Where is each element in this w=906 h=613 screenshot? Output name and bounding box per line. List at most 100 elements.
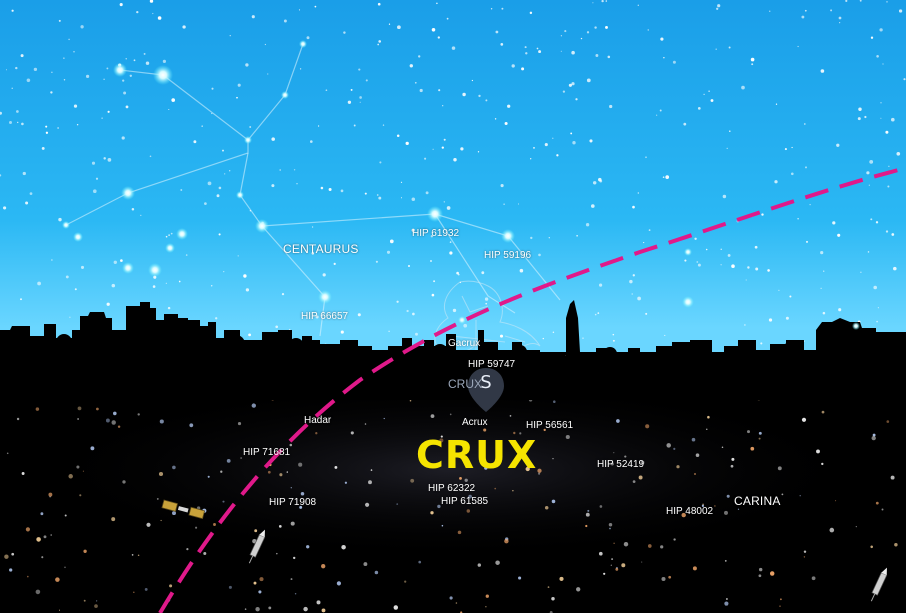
- star: [500, 184, 504, 188]
- star-label[interactable]: HIP 52419: [597, 459, 644, 470]
- star: [774, 180, 778, 184]
- star-label[interactable]: HIP 56561: [526, 420, 573, 431]
- star-label[interactable]: HIP 61932: [412, 228, 459, 239]
- star: [664, 334, 666, 336]
- star: [76, 123, 79, 126]
- star-label-hadar[interactable]: Hadar: [304, 415, 331, 426]
- star: [754, 245, 758, 249]
- star: [49, 496, 51, 498]
- star-label[interactable]: HIP 59747: [468, 359, 515, 370]
- star: [325, 89, 328, 92]
- star: [562, 90, 566, 93]
- star: [222, 500, 225, 503]
- star: [589, 139, 593, 143]
- star: [629, 279, 633, 284]
- star: [459, 477, 462, 480]
- star-label[interactable]: HIP 71908: [269, 497, 316, 508]
- star-label[interactable]: HIP 48002: [666, 506, 713, 517]
- star: [706, 428, 708, 430]
- star: [504, 538, 509, 544]
- star: [612, 333, 615, 336]
- star-label[interactable]: HIP 66657: [301, 311, 348, 322]
- star: [68, 474, 73, 479]
- star: [425, 191, 429, 195]
- star: [320, 186, 324, 190]
- star-label-acrux[interactable]: Acrux: [462, 417, 488, 428]
- star: [612, 339, 615, 342]
- star: [745, 279, 747, 281]
- star: [822, 311, 826, 315]
- star: [306, 545, 310, 549]
- star: [411, 197, 416, 201]
- star: [224, 173, 226, 175]
- star: [35, 407, 40, 411]
- star: [457, 530, 462, 535]
- star: [731, 264, 735, 268]
- star-label-gacrux[interactable]: Gacrux: [448, 338, 480, 349]
- star-label[interactable]: HIP 62322: [428, 483, 475, 494]
- constellation-label-carina[interactable]: CARINA: [734, 494, 781, 508]
- star: [462, 92, 466, 97]
- star-label[interactable]: HIP 59196: [484, 250, 531, 261]
- star: [436, 2, 438, 5]
- star-label[interactable]: HIP 61585: [441, 496, 488, 507]
- star: [133, 59, 136, 62]
- star: [830, 9, 833, 12]
- star: [781, 493, 784, 496]
- star: [501, 7, 504, 10]
- star: [885, 230, 889, 233]
- star: [189, 423, 194, 428]
- sky-view[interactable]: [0, 0, 906, 613]
- star: [276, 552, 278, 555]
- star: [248, 333, 251, 337]
- star: [111, 517, 116, 522]
- star: [165, 243, 175, 253]
- star: [821, 462, 824, 466]
- star: [503, 203, 505, 205]
- star: [321, 564, 326, 569]
- star: [478, 94, 481, 98]
- star: [544, 505, 549, 510]
- star: [120, 259, 123, 262]
- star: [223, 270, 225, 273]
- star: [245, 288, 250, 292]
- star: [117, 425, 121, 428]
- star: [694, 237, 697, 240]
- star: [73, 232, 83, 242]
- star: [517, 203, 520, 205]
- star: [159, 419, 164, 424]
- star: [236, 96, 238, 99]
- star: [758, 567, 763, 572]
- star: [724, 510, 728, 515]
- star: [218, 233, 221, 236]
- star: [378, 40, 382, 43]
- star: [785, 316, 789, 320]
- constellation-label-centaurus[interactable]: CENTAURUS: [283, 242, 359, 256]
- star: [722, 194, 727, 199]
- star: [370, 469, 373, 471]
- star: [790, 172, 794, 176]
- star: [167, 306, 171, 310]
- star: [85, 74, 90, 79]
- star: [311, 226, 314, 228]
- star: [404, 580, 407, 583]
- star: [58, 609, 61, 611]
- star: [22, 171, 26, 176]
- star: [552, 458, 554, 460]
- star: [724, 560, 727, 562]
- star: [397, 25, 401, 30]
- star: [25, 201, 29, 205]
- star: [860, 271, 862, 273]
- star: [665, 175, 670, 179]
- star: [463, 323, 468, 328]
- constellation-label-crux-highlight[interactable]: CRUX: [416, 433, 537, 477]
- star: [485, 99, 488, 102]
- star: [857, 117, 861, 121]
- star-label[interactable]: HIP 71681: [243, 447, 290, 458]
- star: [607, 55, 611, 59]
- star: [580, 37, 583, 40]
- star: [659, 109, 662, 112]
- star: [419, 88, 423, 93]
- star: [801, 15, 805, 19]
- star: [158, 471, 164, 477]
